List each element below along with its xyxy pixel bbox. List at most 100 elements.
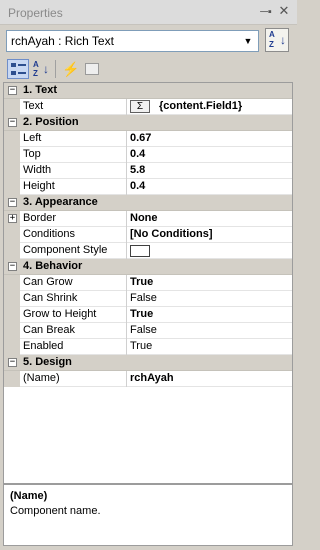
row-gutter xyxy=(4,99,20,115)
property-row-can-break[interactable]: Can Break False xyxy=(4,323,292,339)
property-value[interactable]: {content.Field1} xyxy=(159,100,242,112)
property-value[interactable]: 5.8 xyxy=(130,164,145,176)
properties-title-bar: Properties ─▪ ✕ xyxy=(0,0,297,25)
property-value[interactable]: False xyxy=(130,292,157,304)
row-gutter xyxy=(4,307,20,323)
property-row-text[interactable]: Text Σ {content.Field1} xyxy=(4,99,292,115)
sort-alphabetical-button[interactable]: AZ ↓ xyxy=(265,28,289,52)
property-row-conditions[interactable]: Conditions [No Conditions] xyxy=(4,227,292,243)
categorized-view-button[interactable] xyxy=(7,59,29,79)
property-row-enabled[interactable]: Enabled True xyxy=(4,339,292,355)
sigma-icon[interactable]: Σ xyxy=(130,100,150,113)
description-panel: (Name) Component name. xyxy=(3,484,293,546)
property-row-grow-to-height[interactable]: Grow to Height True xyxy=(4,307,292,323)
property-value[interactable]: 0.67 xyxy=(130,132,151,144)
description-title: (Name) xyxy=(10,490,48,502)
lightning-events-icon[interactable]: ⚡ xyxy=(60,59,82,79)
row-gutter xyxy=(4,291,20,307)
property-name: Can Break xyxy=(23,324,75,336)
property-row-component-style[interactable]: Component Style xyxy=(4,243,292,259)
property-value[interactable]: rchAyah xyxy=(130,372,174,384)
az-sort-icon: AZ xyxy=(269,30,275,49)
property-value[interactable]: [No Conditions] xyxy=(130,228,212,240)
property-name: Component Style xyxy=(23,244,108,256)
az-sort-icon: AZ xyxy=(33,60,39,78)
property-row-name[interactable]: (Name) rchAyah xyxy=(4,371,292,387)
property-name: Width xyxy=(23,164,52,176)
column-divider[interactable] xyxy=(126,243,127,259)
column-divider[interactable] xyxy=(126,275,127,291)
categorized-icon-square xyxy=(11,71,16,75)
row-gutter xyxy=(4,243,20,259)
alphabetical-view-button[interactable]: AZ ↓ xyxy=(31,59,53,79)
property-name: Left xyxy=(23,132,42,144)
property-value[interactable]: 0.4 xyxy=(130,180,145,192)
column-divider[interactable] xyxy=(126,179,127,195)
column-divider[interactable] xyxy=(126,291,127,307)
toolbar-separator xyxy=(55,60,56,78)
row-gutter xyxy=(4,147,20,163)
column-divider[interactable] xyxy=(126,131,127,147)
property-toolbar: AZ ↓ ⚡ xyxy=(0,57,297,81)
property-name: Grow to Height xyxy=(23,308,97,320)
window-title: Properties xyxy=(8,6,63,20)
property-value[interactable]: True xyxy=(130,276,153,288)
category-text[interactable]: − 1. Text xyxy=(4,83,292,99)
column-divider[interactable] xyxy=(126,227,127,243)
property-row-height[interactable]: Height 0.4 xyxy=(4,179,292,195)
category-position[interactable]: − 2. Position xyxy=(4,115,292,131)
property-row-left[interactable]: Left 0.67 xyxy=(4,131,292,147)
column-divider[interactable] xyxy=(126,147,127,163)
row-gutter xyxy=(4,275,20,291)
row-gutter xyxy=(4,339,20,355)
category-behavior[interactable]: − 4. Behavior xyxy=(4,259,292,275)
property-value[interactable]: True xyxy=(130,308,153,320)
property-grid: − 1. Text Text Σ {content.Field1} − 2. P… xyxy=(3,82,293,484)
close-icon[interactable]: ✕ xyxy=(277,4,291,18)
collapse-icon[interactable]: − xyxy=(8,262,17,271)
column-divider[interactable] xyxy=(126,339,127,355)
column-divider[interactable] xyxy=(126,371,127,387)
chevron-down-icon[interactable]: ▼ xyxy=(242,35,254,47)
property-name: Text xyxy=(23,100,44,112)
object-selector-combo[interactable]: rchAyah : Rich Text ▼ xyxy=(6,30,259,52)
description-text: Component name. xyxy=(10,505,101,517)
property-value[interactable]: True xyxy=(130,340,152,352)
object-selector-value: rchAyah : Rich Text xyxy=(11,34,114,48)
category-label: 2. Position xyxy=(23,116,79,128)
property-value[interactable]: None xyxy=(130,212,158,224)
collapse-icon[interactable]: − xyxy=(8,118,17,127)
category-label: 3. Appearance xyxy=(23,196,98,208)
row-gutter xyxy=(4,163,20,179)
column-divider[interactable] xyxy=(126,323,127,339)
property-pages-icon xyxy=(85,63,99,75)
property-pages-button[interactable] xyxy=(81,59,103,79)
row-gutter xyxy=(4,371,20,387)
property-row-border[interactable]: + Border None xyxy=(4,211,292,227)
collapse-icon[interactable]: − xyxy=(8,86,17,95)
category-design[interactable]: − 5. Design xyxy=(4,355,292,371)
property-name: Conditions xyxy=(23,228,75,240)
row-gutter xyxy=(4,323,20,339)
property-row-top[interactable]: Top 0.4 xyxy=(4,147,292,163)
property-value[interactable]: False xyxy=(130,324,157,336)
collapse-icon[interactable]: − xyxy=(8,198,17,207)
property-row-can-shrink[interactable]: Can Shrink False xyxy=(4,291,292,307)
property-row-can-grow[interactable]: Can Grow True xyxy=(4,275,292,291)
categorized-icon xyxy=(11,63,16,67)
column-divider[interactable] xyxy=(126,211,127,227)
column-divider[interactable] xyxy=(126,163,127,179)
property-row-width[interactable]: Width 5.8 xyxy=(4,163,292,179)
expand-icon[interactable]: + xyxy=(8,214,17,223)
column-divider[interactable] xyxy=(126,99,127,115)
category-appearance[interactable]: − 3. Appearance xyxy=(4,195,292,211)
property-name: Enabled xyxy=(23,340,64,352)
categorized-icon-line xyxy=(18,64,26,66)
column-divider[interactable] xyxy=(126,307,127,323)
style-swatch[interactable] xyxy=(130,245,150,257)
pin-icon[interactable]: ─▪ xyxy=(259,5,273,19)
collapse-icon[interactable]: − xyxy=(8,358,17,367)
arrow-down-icon: ↓ xyxy=(43,62,49,76)
property-value[interactable]: 0.4 xyxy=(130,148,145,160)
arrow-down-icon: ↓ xyxy=(280,33,286,47)
